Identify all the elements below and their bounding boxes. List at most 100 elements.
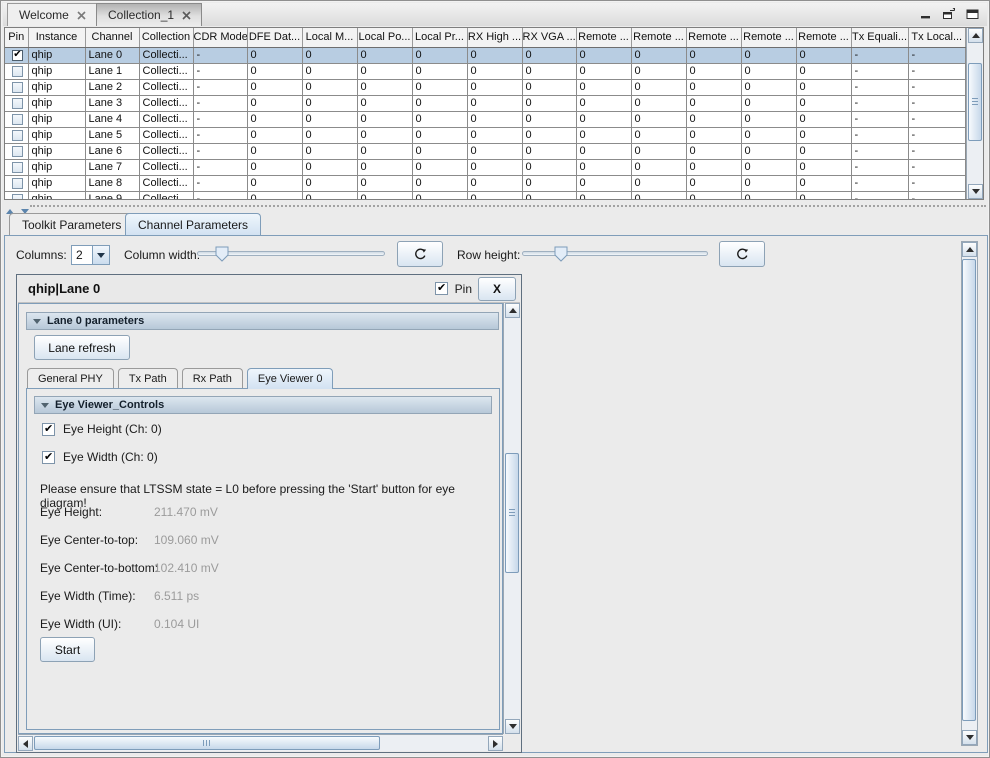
scrollbar-thumb[interactable] <box>968 63 982 141</box>
scrollbar-thumb[interactable] <box>34 736 380 750</box>
scroll-right-icon[interactable] <box>488 736 503 751</box>
table-row[interactable]: qhipLane 1Collecti...-00000000000-- <box>5 63 966 79</box>
column-header[interactable]: Remote ... <box>686 28 741 47</box>
field-value: 211.470 mV <box>154 505 218 519</box>
column-width-refresh-button[interactable] <box>397 241 443 267</box>
eye-checkbox[interactable] <box>42 451 55 464</box>
card-vertical-scrollbar[interactable] <box>503 303 520 734</box>
table-row[interactable]: qhipLane 8Collecti...-00000000000-- <box>5 175 966 191</box>
column-header[interactable]: Instance <box>28 28 85 47</box>
float-icon[interactable] <box>942 7 956 20</box>
scroll-left-icon[interactable] <box>18 736 33 751</box>
start-button[interactable]: Start <box>40 637 95 662</box>
table-cell: 0 <box>686 111 741 127</box>
slider-thumb[interactable] <box>215 246 229 262</box>
scroll-down-icon[interactable] <box>968 184 983 199</box>
column-header[interactable]: Tx Local... <box>908 28 966 47</box>
tab-toolkit-parameters[interactable]: Toolkit Parameters <box>9 213 134 235</box>
column-header[interactable]: RX VGA ... <box>522 28 576 47</box>
pin-checkbox[interactable] <box>12 50 23 61</box>
tab-general-phy[interactable]: General PHY <box>27 368 114 389</box>
scroll-up-icon[interactable] <box>505 303 520 318</box>
columns-select[interactable]: 2 <box>71 245 110 265</box>
table-row[interactable]: qhipLane 3Collecti...-00000000000-- <box>5 95 966 111</box>
pin-checkbox[interactable] <box>12 162 23 173</box>
column-width-slider[interactable] <box>197 246 385 262</box>
panel-vertical-scrollbar[interactable] <box>961 241 978 746</box>
table-cell: 0 <box>302 63 357 79</box>
column-header[interactable]: Local Pr... <box>412 28 467 47</box>
tab-tx-path[interactable]: Tx Path <box>118 368 178 389</box>
table-row[interactable]: qhipLane 7Collecti...-00000000000-- <box>5 159 966 175</box>
checkbox-label: Eye Width (Ch: 0) <box>63 450 158 464</box>
table-cell: qhip <box>28 191 85 200</box>
pin-checkbox[interactable] <box>12 66 23 77</box>
pin-checkbox[interactable] <box>12 82 23 93</box>
table-row[interactable]: qhipLane 0Collecti...-00000000000-- <box>5 47 966 63</box>
column-header[interactable]: Pin <box>5 28 28 47</box>
eye-viewer-controls-section-header[interactable]: Eye Viewer_Controls <box>34 396 492 414</box>
table-vertical-scrollbar[interactable] <box>966 28 983 199</box>
pin-checkbox[interactable] <box>12 146 23 157</box>
pin-checkbox[interactable] <box>435 282 448 295</box>
pin-checkbox[interactable] <box>12 130 23 141</box>
column-header[interactable]: Collection <box>139 28 193 47</box>
lane-refresh-button[interactable]: Lane refresh <box>34 335 130 360</box>
card-horizontal-scrollbar[interactable] <box>18 734 503 751</box>
slider-track[interactable] <box>522 251 708 256</box>
close-card-button[interactable]: X <box>478 277 516 301</box>
maximize-icon[interactable] <box>965 7 979 20</box>
table-row[interactable]: qhipLane 4Collecti...-00000000000-- <box>5 111 966 127</box>
scrollbar-thumb[interactable] <box>962 259 976 721</box>
table-cell: - <box>851 191 908 200</box>
table-cell: 0 <box>796 111 851 127</box>
row-height-refresh-button[interactable] <box>719 241 765 267</box>
close-icon[interactable] <box>76 10 87 21</box>
pin-checkbox[interactable] <box>12 114 23 125</box>
table-row[interactable]: qhipLane 5Collecti...-00000000000-- <box>5 127 966 143</box>
table-row[interactable]: qhipLane 9Collecti...-00000000000-- <box>5 191 966 200</box>
tab-collection-1[interactable]: Collection_1 <box>96 3 202 26</box>
scroll-up-icon[interactable] <box>962 242 977 257</box>
pin-checkbox[interactable] <box>12 98 23 109</box>
column-header[interactable]: Tx Equali... <box>851 28 908 47</box>
table-cell: Collecti... <box>139 63 193 79</box>
tab-channel-parameters[interactable]: Channel Parameters <box>125 213 261 235</box>
table-cell: 0 <box>741 63 796 79</box>
chevron-down-icon[interactable] <box>92 246 109 264</box>
collapse-icon[interactable] <box>33 319 41 324</box>
tab-rx-path[interactable]: Rx Path <box>182 368 243 389</box>
scroll-down-icon[interactable] <box>505 719 520 734</box>
table-cell: Collecti... <box>139 175 193 191</box>
column-header[interactable]: Remote ... <box>796 28 851 47</box>
column-header[interactable]: RX High ... <box>467 28 522 47</box>
slider-thumb[interactable] <box>554 246 568 262</box>
table-cell: 0 <box>741 175 796 191</box>
scrollbar-thumb[interactable] <box>505 453 519 573</box>
pin-checkbox[interactable] <box>12 194 23 200</box>
split-handle[interactable] <box>4 201 988 211</box>
scroll-up-icon[interactable] <box>968 28 983 43</box>
column-header[interactable]: Remote ... <box>741 28 796 47</box>
close-icon[interactable] <box>181 10 192 21</box>
column-header[interactable]: Local Po... <box>357 28 412 47</box>
pin-checkbox[interactable] <box>12 178 23 189</box>
scroll-down-icon[interactable] <box>962 730 977 745</box>
table-row[interactable]: qhipLane 6Collecti...-00000000000-- <box>5 143 966 159</box>
column-header[interactable]: DFE Dat... <box>247 28 302 47</box>
table-cell: 0 <box>412 95 467 111</box>
minimize-icon[interactable] <box>919 7 933 20</box>
column-header[interactable]: CDR Mode <box>193 28 247 47</box>
lane0-parameters-section-header[interactable]: Lane 0 parameters <box>26 312 499 330</box>
column-header[interactable]: Channel <box>85 28 139 47</box>
tab-eye-viewer-0[interactable]: Eye Viewer 0 <box>247 368 334 389</box>
column-header[interactable]: Remote ... <box>576 28 631 47</box>
collapse-icon[interactable] <box>41 403 49 408</box>
eye-checkbox[interactable] <box>42 423 55 436</box>
splitter-dots[interactable] <box>30 205 986 207</box>
column-header[interactable]: Local M... <box>302 28 357 47</box>
tab-welcome[interactable]: Welcome <box>7 3 97 26</box>
row-height-slider[interactable] <box>522 246 708 262</box>
table-row[interactable]: qhipLane 2Collecti...-00000000000-- <box>5 79 966 95</box>
column-header[interactable]: Remote ... <box>631 28 686 47</box>
